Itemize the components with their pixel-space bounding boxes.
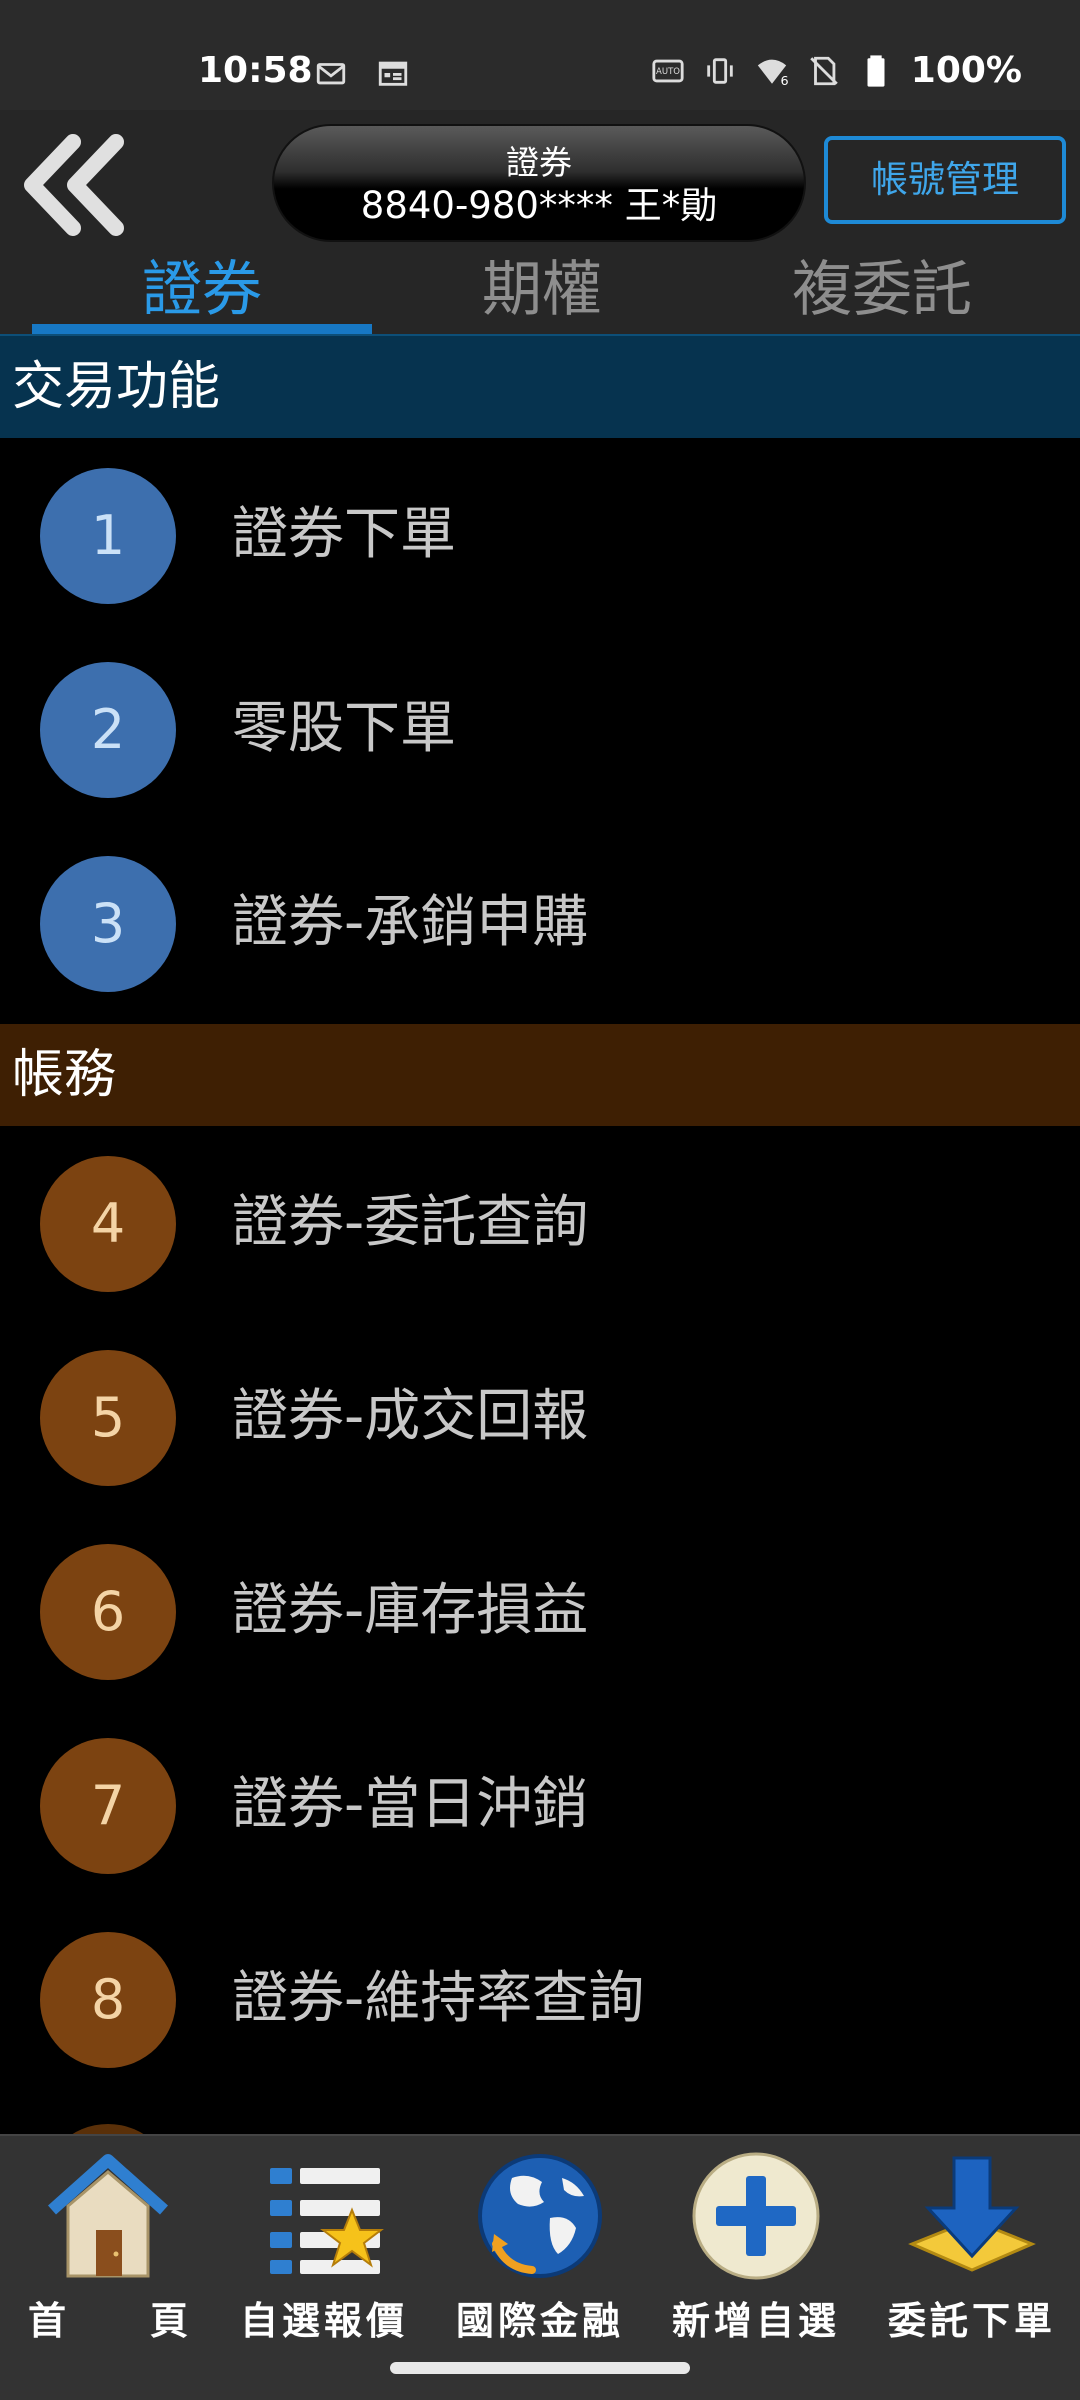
nav-international-finance[interactable]: 國際金融 xyxy=(432,2136,648,2366)
menu-item-label: 零股下單 xyxy=(232,696,456,761)
nav-home[interactable]: 首 頁 xyxy=(0,2136,216,2366)
item-number-badge: 5 xyxy=(40,1350,176,1486)
item-number-badge: 1 xyxy=(40,468,176,604)
account-number: 8840-980**** 王*勛 xyxy=(360,184,718,227)
no-sim-icon xyxy=(810,56,838,85)
menu-item-ipo-subscription[interactable]: 3 證券-承銷申購 xyxy=(0,826,1080,1020)
app-header: 證券 8840-980**** 王*勛 帳號管理 證券 期權 複委託 xyxy=(0,110,1080,336)
auto-brightness-icon: AUTO xyxy=(652,59,684,82)
bottom-nav: 首 頁 自選報價 國際金融 新增自選 委託下單 xyxy=(0,2134,1080,2400)
menu-item-day-trade[interactable]: 7 證券-當日沖銷 xyxy=(0,1708,1080,1902)
menu-item-maintenance-ratio[interactable]: 8 證券-維持率查詢 xyxy=(0,1902,1080,2096)
item-number-badge: 2 xyxy=(40,662,176,798)
account-management-button[interactable]: 帳號管理 xyxy=(824,136,1066,224)
menu-item-odd-lot-order[interactable]: 2 零股下單 xyxy=(0,632,1080,826)
nav-label-part: 首 xyxy=(28,2299,67,2343)
item-number-badge: 3 xyxy=(40,856,176,992)
tab-sub-brokerage[interactable]: 複委託 xyxy=(712,250,1052,330)
battery-icon xyxy=(867,54,885,87)
battery-percent: 100% xyxy=(910,50,1022,91)
account-selector[interactable]: 證券 8840-980**** 王*勛 xyxy=(272,124,806,242)
item-number-badge: 7 xyxy=(40,1738,176,1874)
back-double-chevron-icon[interactable] xyxy=(18,130,128,240)
add-icon xyxy=(692,2152,820,2280)
account-type: 證券 xyxy=(506,143,572,182)
notification-icons xyxy=(314,56,410,90)
menu-item-order-query[interactable]: 4 證券-委託查詢 xyxy=(0,1126,1080,1320)
svg-text:AUTO: AUTO xyxy=(656,66,680,76)
nav-label: 國際金融 xyxy=(455,2299,624,2343)
nav-label: 新增自選 xyxy=(671,2299,840,2343)
wifi-icon: 6 xyxy=(757,59,788,88)
home-icon xyxy=(48,2154,168,2278)
section-header-account: 帳務 xyxy=(0,1024,1080,1126)
item-number-badge: 8 xyxy=(40,1932,176,2068)
section-header-trading: 交易功能 xyxy=(0,336,1080,438)
item-number-badge: 4 xyxy=(40,1156,176,1292)
menu-item-label: 證券-維持率查詢 xyxy=(232,1966,645,2031)
watchlist-icon xyxy=(270,2168,384,2274)
nav-label: 委託下單 xyxy=(887,2299,1056,2343)
nav-place-order[interactable]: 委託下單 xyxy=(864,2136,1080,2366)
calendar-icon xyxy=(378,61,408,86)
menu-item-label: 證券-委託查詢 xyxy=(232,1190,589,1255)
item-number-badge: 6 xyxy=(40,1544,176,1680)
nav-watchlist[interactable]: 自選報價 xyxy=(216,2136,432,2366)
tab-options[interactable]: 期權 xyxy=(372,250,712,330)
mail-icon xyxy=(316,63,346,85)
system-icons: AUTO 6 100% xyxy=(651,50,1022,91)
nav-add-watchlist[interactable]: 新增自選 xyxy=(648,2136,864,2366)
menu-item-inventory-pnl[interactable]: 6 證券-庫存損益 xyxy=(0,1514,1080,1708)
home-gesture-bar[interactable] xyxy=(390,2362,690,2374)
menu-item-label: 證券-承銷申購 xyxy=(232,890,589,955)
menu-item-label: 證券-當日沖銷 xyxy=(232,1772,589,1837)
app-screen: 10:58 AUTO 6 100% 證券 8840-980**** 王*勛 帳號… xyxy=(0,0,1080,2400)
svg-text:6: 6 xyxy=(780,74,788,88)
menu-item-label: 證券-庫存損益 xyxy=(232,1578,589,1643)
nav-label: 自選報價 xyxy=(239,2299,408,2343)
nav-label: 首 頁 xyxy=(0,2290,216,2345)
nav-label-part: 頁 xyxy=(149,2299,188,2343)
active-tab-indicator xyxy=(32,324,372,334)
download-arrow-icon xyxy=(908,2156,1036,2272)
vibrate-icon xyxy=(707,57,733,84)
status-bar: 10:58 AUTO 6 100% xyxy=(0,0,1080,110)
status-time: 10:58 xyxy=(198,50,313,91)
menu-item-label: 證券-成交回報 xyxy=(232,1384,589,1449)
globe-icon xyxy=(478,2154,602,2278)
menu-item-securities-order[interactable]: 1 證券下單 xyxy=(0,438,1080,632)
tab-securities[interactable]: 證券 xyxy=(32,250,372,330)
menu-item-label: 證券下單 xyxy=(232,502,456,567)
menu-item-trade-report[interactable]: 5 證券-成交回報 xyxy=(0,1320,1080,1514)
